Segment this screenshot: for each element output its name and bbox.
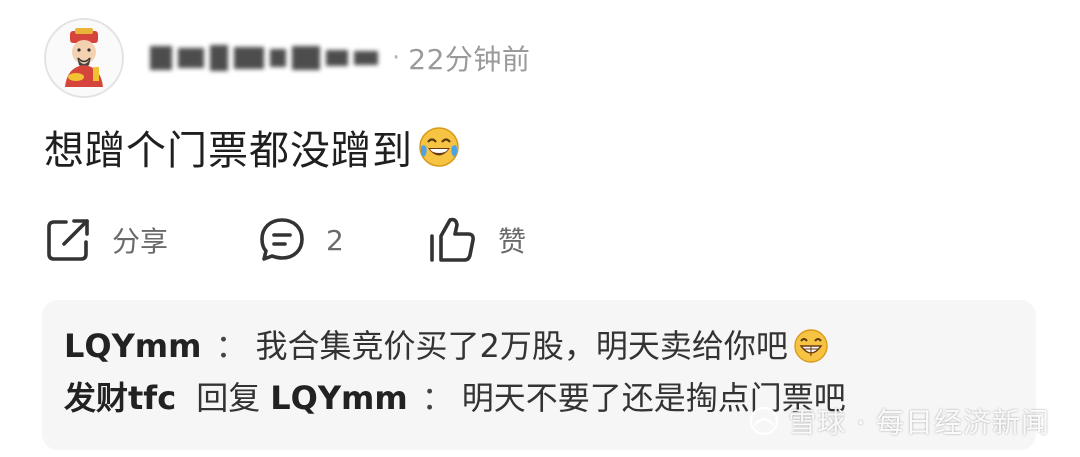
watermark: 雪球 · 每日经济新闻 — [748, 401, 1050, 441]
share-button[interactable]: 分享 — [44, 216, 258, 264]
god-of-wealth-avatar-icon — [65, 28, 103, 87]
reply-colon: ： — [421, 379, 454, 417]
share-icon — [47, 219, 89, 261]
post-actions: 分享 2 赞 — [44, 212, 526, 268]
reply-text: 我合集竞价买了2万股，明天卖给你吧 — [255, 327, 788, 365]
post-card: · 22分钟前 想蹭个门票都没蹭到 分享 2 赞 LQYmm ： 我合集竞价买了… — [0, 0, 1080, 457]
like-label: 赞 — [498, 225, 527, 258]
post-header: · 22分钟前 — [44, 16, 530, 100]
reply-target[interactable]: LQYmm — [270, 372, 407, 424]
post-timestamp: 22分钟前 — [408, 43, 531, 76]
comment-bubble-icon — [260, 218, 304, 261]
snowball-logo-icon — [750, 406, 779, 436]
thumbs-up-icon — [430, 217, 475, 262]
time-separator: · — [392, 43, 401, 73]
grinning-emoji-icon — [792, 327, 830, 365]
avatar[interactable] — [44, 18, 124, 98]
watermark-text: 雪球 · 每日经济新闻 — [788, 406, 1050, 439]
comment-count: 2 — [326, 223, 344, 257]
reply-colon: ： — [215, 327, 248, 365]
reply-author[interactable]: 发财tfc — [64, 372, 176, 424]
like-button[interactable]: 赞 — [428, 216, 526, 264]
reply-item[interactable]: LQYmm ： 我合集竞价买了2万股，明天卖给你吧 — [64, 320, 1014, 372]
post-content: 想蹭个门票都没蹭到 — [44, 118, 461, 176]
tears-of-joy-emoji-icon — [417, 125, 461, 169]
post-text: 想蹭个门票都没蹭到 — [44, 128, 413, 174]
reply-keyword: 回复 — [196, 379, 261, 417]
reply-author[interactable]: LQYmm — [64, 320, 201, 372]
comment-button[interactable]: 2 — [258, 216, 428, 264]
share-label: 分享 — [112, 225, 169, 258]
username-obscured[interactable] — [150, 43, 378, 73]
